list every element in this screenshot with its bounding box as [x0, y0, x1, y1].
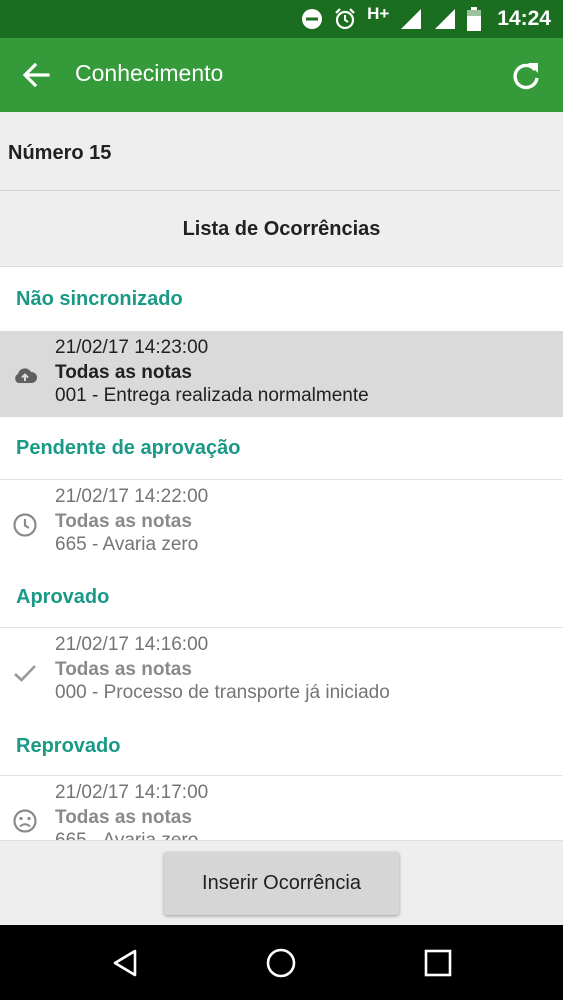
list-item[interactable]: 21/02/17 14:22:00 Todas as notas 665 - A…	[0, 480, 563, 566]
divider	[0, 266, 563, 267]
section-header-aprovado: Aprovado	[16, 586, 110, 608]
item-datetime: 21/02/17 14:17:00	[55, 782, 209, 803]
item-notes: Todas as notas	[55, 362, 192, 383]
item-description: 665 - Avaria zero	[55, 534, 199, 555]
check-icon	[14, 665, 36, 682]
do-not-disturb-icon	[302, 9, 323, 29]
status-time: 14:24	[497, 7, 551, 30]
item-notes: Todas as notas	[55, 511, 192, 532]
sad-face-icon	[13, 809, 37, 833]
item-datetime: 21/02/17 14:16:00	[55, 634, 209, 655]
bottom-area: Inserir Ocorrência	[0, 840, 563, 925]
divider	[0, 190, 560, 191]
item-description: 665 - Avaria zero	[55, 830, 198, 840]
alarm-icon	[335, 8, 355, 30]
status-icons: H+ 14:24	[301, 0, 551, 38]
section-header-nao-sincronizado: Não sincronizado	[16, 288, 183, 310]
recents-square-icon[interactable]	[422, 947, 454, 979]
signal-icon	[435, 9, 456, 29]
refresh-icon[interactable]	[509, 59, 543, 93]
numero-label: Número 15	[8, 142, 112, 164]
home-circle-icon[interactable]	[265, 947, 297, 979]
status-bar: H+ 14:24	[0, 0, 563, 38]
list-item[interactable]: 21/02/17 14:16:00 Todas as notas 000 - P…	[0, 628, 563, 714]
insert-ocorrencia-button[interactable]: Inserir Ocorrência	[164, 852, 399, 915]
list-item-clip: 21/02/17 14:17:00 Todas as notas 665 - A…	[0, 776, 563, 840]
cloud-upload-icon	[15, 368, 38, 383]
lista-title: Lista de Ocorrências	[182, 218, 381, 240]
list-item[interactable]: 21/02/17 14:23:00 Todas as notas 001 - E…	[0, 331, 563, 417]
item-description: 001 - Entrega realizada normalmente	[55, 385, 369, 406]
item-description: 000 - Processo de transporte já iniciado	[55, 682, 390, 703]
item-datetime: 21/02/17 14:23:00	[55, 337, 209, 358]
battery-icon	[467, 7, 482, 31]
section-header-reprovado: Reprovado	[16, 735, 121, 757]
nav-bar	[0, 925, 563, 1000]
clock-icon	[13, 513, 37, 537]
network-type: H+	[367, 4, 390, 23]
item-notes: Todas as notas	[55, 659, 192, 680]
page-title: Conhecimento	[75, 60, 224, 86]
app-bar: Conhecimento	[0, 38, 563, 112]
info-area: Número 15 Lista de Ocorrências	[0, 112, 563, 267]
item-datetime: 21/02/17 14:22:00	[55, 486, 209, 507]
back-triangle-icon[interactable]	[110, 947, 142, 979]
section-header-pendente: Pendente de aprovação	[16, 437, 241, 459]
list-item[interactable]: 21/02/17 14:17:00 Todas as notas 665 - A…	[0, 776, 563, 840]
item-notes: Todas as notas	[55, 807, 192, 828]
signal-icon	[401, 9, 422, 29]
arrow-left-icon[interactable]	[18, 57, 54, 93]
